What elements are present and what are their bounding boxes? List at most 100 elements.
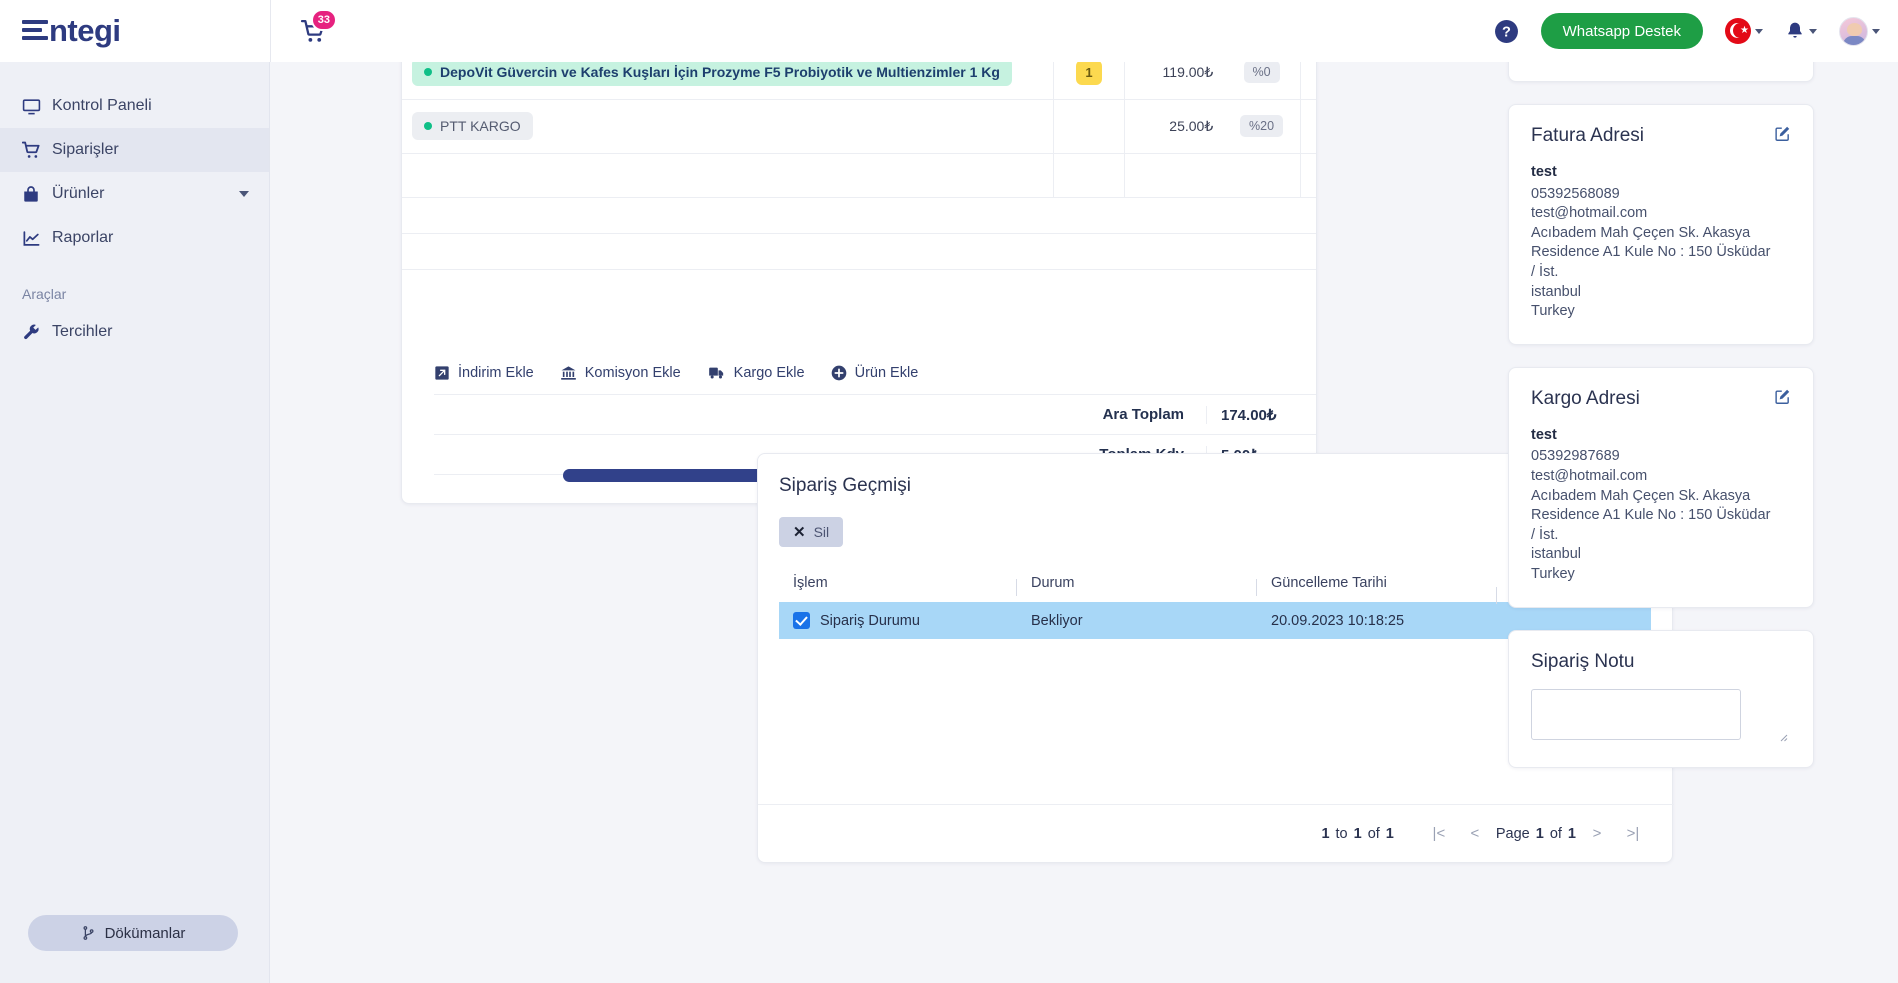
bank-icon	[560, 365, 576, 380]
monitor-icon	[22, 97, 52, 116]
address-email: test@hotmail.com	[1531, 205, 1648, 222]
row-checkbox[interactable]	[793, 612, 810, 629]
divider	[270, 0, 271, 62]
turkey-flag-icon: ★	[1725, 18, 1751, 44]
cart-badge: 33	[310, 9, 337, 31]
kdv-chip: %0	[1243, 62, 1280, 83]
product-name: DepoVit Güvercin ve Kafes Kuşları İçin P…	[440, 64, 1000, 80]
quantity-chip[interactable]: 1	[1076, 62, 1103, 85]
status-dot-icon	[424, 68, 432, 76]
sidebar-item-kontrol-paneli[interactable]: Kontrol Paneli	[0, 84, 269, 128]
address-line2: Residence A1 Kule No : 150 Üsküdar	[1531, 507, 1771, 524]
address-phone: 05392568089	[1531, 185, 1620, 202]
documents-button[interactable]: Dökümanlar	[28, 915, 238, 951]
table-row-empty	[402, 197, 1316, 234]
address-line3: / İst.	[1531, 263, 1559, 280]
range-start: 1	[1321, 825, 1330, 842]
shipping-address-card: Kargo Adresi test 05392987689 test@hotma…	[1508, 366, 1814, 608]
app-logo[interactable]: ntegi	[22, 13, 121, 49]
history-durum: Bekliyor	[1031, 612, 1083, 629]
hamburger-e-logo-icon	[22, 20, 48, 42]
sidebar-item-urunler[interactable]: Ürünler	[0, 172, 269, 216]
table-row[interactable]: DepoVit Güvercin ve Kafes Kuşları İçin P…	[402, 62, 1316, 100]
documents-label: Dökümanlar	[104, 924, 186, 942]
sidebar-item-label: Ürünler	[52, 185, 105, 202]
action-label: Komisyon Ekle	[584, 364, 681, 381]
main-content: Ürün Adı Adet Fiyat Kdv Toplam DepoVit G…	[270, 62, 1898, 983]
billing-address-text: test 05392568089 test@hotmail.com Acıbad…	[1531, 163, 1791, 322]
sidebar-section-label: Araçlar	[22, 286, 67, 302]
next-page-icon[interactable]: >	[1582, 819, 1612, 849]
sidebar-item-tercihler[interactable]: Tercihler	[0, 310, 269, 354]
cart-button[interactable]: 33	[293, 9, 337, 51]
price-cell: 119.00₺	[1124, 62, 1224, 100]
order-note-textarea[interactable]	[1531, 688, 1741, 740]
chevron-down-icon	[1872, 28, 1880, 34]
plus-circle-icon	[831, 365, 846, 380]
x-icon: ✕	[793, 524, 806, 541]
sidebar: Kontrol Paneli Siparişler Ürünler Raporl…	[0, 62, 270, 983]
total-cell: 30.00₺	[1299, 99, 1316, 154]
git-branch-icon	[83, 926, 94, 940]
address-phone: 05392987689	[1531, 448, 1620, 465]
help-circle-icon[interactable]: ?	[1494, 19, 1519, 44]
address-city: istanbul	[1531, 546, 1581, 563]
svg-text:?: ?	[1502, 24, 1511, 40]
total-label: Ara Toplam	[1102, 406, 1184, 423]
shipping-address-text: test 05392987689 test@hotmail.com Acıbad…	[1531, 426, 1791, 585]
first-page-icon[interactable]: |<	[1424, 819, 1454, 849]
chevron-down-icon[interactable]	[239, 191, 249, 197]
product-name-chip[interactable]: DepoVit Güvercin ve Kafes Kuşları İçin P…	[412, 62, 1012, 86]
add-discount-button[interactable]: İndirim Ekle	[434, 365, 534, 381]
status-select-card	[1508, 62, 1814, 82]
topbar-actions: ? Whatsapp Destek ★	[1494, 13, 1898, 49]
add-product-button[interactable]: Ürün Ekle	[831, 364, 919, 381]
pagination: 1 to 1 of 1 |< < Page 1 of 1 > >|	[758, 804, 1674, 862]
kdv-chip: %20	[1240, 115, 1284, 137]
wrench-icon	[22, 323, 52, 342]
range-end: 1	[1353, 825, 1362, 842]
truck-icon	[708, 367, 723, 379]
top-bar: ntegi 33 ? Whatsapp Destek ★	[0, 0, 1898, 62]
add-commission-button[interactable]: Komisyon Ekle	[560, 365, 681, 381]
edit-pencil-icon[interactable]	[1774, 388, 1791, 405]
range-total: 1	[1385, 825, 1394, 842]
chevron-down-icon	[1755, 28, 1763, 34]
resize-grip-icon	[1780, 734, 1788, 741]
chart-line-icon	[22, 229, 52, 248]
column-header-guncelleme-tarihi: Güncelleme Tarihi	[1256, 575, 1496, 596]
address-country: Turkey	[1531, 303, 1575, 320]
page-total: 1	[1567, 825, 1576, 842]
page-num: 1	[1535, 825, 1544, 842]
status-dot-icon	[424, 122, 432, 130]
language-selector[interactable]: ★	[1725, 18, 1763, 44]
table-row[interactable]: PTT KARGO 25.00₺ %20 30.00₺	[402, 99, 1316, 154]
action-label: Ürün Ekle	[854, 364, 919, 381]
table-row-empty	[402, 153, 1316, 198]
address-line1: Acıbadem Mah Çeçen Sk. Akasya	[1531, 487, 1751, 504]
address-line2: Residence A1 Kule No : 150 Üsküdar	[1531, 244, 1771, 261]
discount-arrow-icon	[435, 365, 449, 380]
profile-menu[interactable]	[1839, 16, 1880, 46]
prev-page-icon[interactable]: <	[1460, 819, 1490, 849]
add-shipping-button[interactable]: Kargo Ekle	[707, 365, 805, 381]
sidebar-item-label: Tercihler	[52, 323, 113, 340]
sidebar-nav: Kontrol Paneli Siparişler Ürünler Raporl…	[0, 62, 269, 354]
address-line1: Acıbadem Mah Çeçen Sk. Akasya	[1531, 224, 1751, 241]
notifications-button[interactable]	[1785, 20, 1817, 42]
shipping-name-chip[interactable]: PTT KARGO	[412, 112, 533, 140]
address-city: istanbul	[1531, 283, 1581, 300]
card-title: Kargo Adresi	[1531, 387, 1640, 409]
products-table: Ürün Adı Adet Fiyat Kdv Toplam DepoVit G…	[402, 62, 1316, 270]
right-rail: Fatura Adresi test 05392568089 test@hotm…	[1508, 62, 1814, 790]
edit-pencil-icon[interactable]	[1774, 125, 1791, 142]
chevron-down-icon	[1809, 28, 1817, 34]
sidebar-item-label: Siparişler	[52, 141, 119, 158]
sidebar-item-siparisler[interactable]: Siparişler	[0, 128, 269, 172]
order-products-panel: Ürün Adı Adet Fiyat Kdv Toplam DepoVit G…	[401, 62, 1317, 504]
delete-button[interactable]: ✕ Sil	[779, 517, 844, 547]
last-page-icon[interactable]: >|	[1618, 819, 1648, 849]
logo-text: ntegi	[49, 13, 121, 48]
sidebar-item-raporlar[interactable]: Raporlar	[0, 216, 269, 260]
whatsapp-support-button[interactable]: Whatsapp Destek	[1540, 13, 1703, 49]
